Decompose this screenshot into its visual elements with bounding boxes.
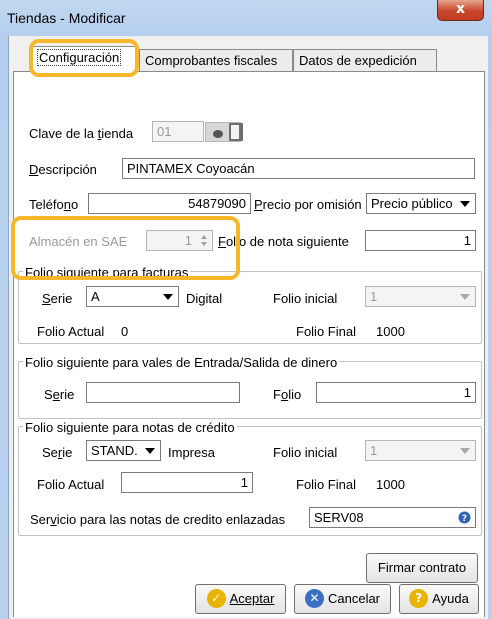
tab-datos-expedicion[interactable]: Datos de expedición xyxy=(293,49,437,71)
descripcion-field[interactable]: PINTAMEX Coyoacán xyxy=(122,158,475,179)
dropdown-arrow-icon xyxy=(163,294,173,300)
facturas-folio-final-label: Folio Final xyxy=(296,324,356,339)
notas-serie-label: Serie xyxy=(42,445,73,460)
door-icon[interactable] xyxy=(226,121,246,143)
dropdown-arrow-icon xyxy=(460,294,470,300)
notas-serie-select[interactable]: STAND. xyxy=(86,440,161,461)
clave-label: Clave de la tienda xyxy=(29,126,134,141)
help-icon: ? xyxy=(409,589,429,609)
notas-folio-inicial-value: 1 xyxy=(370,443,378,458)
ayuda-label: Ayuda xyxy=(432,591,469,606)
notas-serie-value: STAND. xyxy=(91,443,138,458)
clave-field: 01 xyxy=(152,121,204,142)
facturas-folio-actual-label: Folio Actual xyxy=(37,324,105,339)
vales-serie-field[interactable] xyxy=(86,382,240,403)
facturas-folio-inicial-label: Folio inicial xyxy=(273,291,338,306)
facturas-serie-label: Serie xyxy=(42,291,73,306)
vales-folio-field[interactable]: 1 xyxy=(316,382,476,403)
facturas-group-title: Folio siguiente para facturas xyxy=(23,265,191,280)
almacen-spinner: 1 xyxy=(146,230,213,251)
facturas-folio-inicial-select: 1 xyxy=(365,286,476,307)
descripcion-label: Descripción xyxy=(29,162,97,177)
cancelar-label: Cancelar xyxy=(327,591,381,606)
almacen-label: Almacén en SAE xyxy=(29,234,128,249)
tab-page-configuracion: Clave de la tienda 01 Descripción PINTAM… xyxy=(13,71,485,617)
notas-folio-inicial-select: 1 xyxy=(365,440,476,461)
dropdown-arrow-icon xyxy=(145,448,155,454)
firmar-contrato-button[interactable]: Firmar contrato xyxy=(366,553,478,583)
precio-value: Precio público xyxy=(371,196,453,211)
servicio-field[interactable]: SERV08 ? xyxy=(309,507,476,528)
tab-label: Configuración xyxy=(37,49,122,66)
facturas-folio-inicial-value: 1 xyxy=(370,289,378,304)
dialog-client: Configuración Comprobantes fiscales Dato… xyxy=(8,36,488,619)
tab-configuracion[interactable]: Configuración xyxy=(31,46,138,72)
spin-icon xyxy=(201,235,207,246)
notas-group-title: Folio siguiente para notas de crédito xyxy=(23,420,237,435)
vales-folio-label: Folio xyxy=(273,387,302,402)
window-title: Tiendas - Modificar xyxy=(7,10,126,26)
facturas-serie-select[interactable]: A xyxy=(86,286,179,307)
cancelar-button[interactable]: ✕ Cancelar xyxy=(294,584,391,614)
facturas-serie-value: A xyxy=(91,289,100,304)
tab-label: Comprobantes fiscales xyxy=(145,53,278,68)
vales-serie-label: Serie xyxy=(44,387,75,402)
notas-folio-final-label: Folio Final xyxy=(296,477,356,492)
tab-comprobantes-fiscales[interactable]: Comprobantes fiscales xyxy=(139,49,293,71)
ayuda-button[interactable]: ? Ayuda xyxy=(399,584,479,614)
title-bar: Tiendas - Modificar x xyxy=(0,0,492,36)
x-icon: ✕ xyxy=(304,589,324,609)
dropdown-arrow-icon xyxy=(460,201,470,207)
vales-group-title: Folio siguiente para vales de Entrada/Sa… xyxy=(23,355,340,370)
svg-text:?: ? xyxy=(462,514,467,524)
facturas-type: Digital xyxy=(186,291,223,306)
precio-select[interactable]: Precio público xyxy=(366,193,476,214)
tab-label: Datos de expedición xyxy=(299,53,417,68)
notas-type: Impresa xyxy=(168,445,215,460)
close-button[interactable]: x xyxy=(437,0,484,21)
folio-nota-field[interactable]: 1 xyxy=(365,230,476,251)
close-icon: x xyxy=(455,1,466,17)
servicio-label: Servicio para las notas de credito enlaz… xyxy=(30,512,286,527)
notas-folio-actual-label: Folio Actual xyxy=(37,477,105,492)
window: Tiendas - Modificar x Configuración Comp… xyxy=(0,0,492,619)
info-icon[interactable]: ? xyxy=(458,511,471,524)
notas-folio-inicial-label: Folio inicial xyxy=(273,445,338,460)
notas-folio-actual-field[interactable]: 1 xyxy=(121,472,253,493)
check-icon: ✓ xyxy=(206,589,226,609)
dropdown-arrow-icon xyxy=(460,448,470,454)
almacen-value: 1 xyxy=(184,233,192,248)
servicio-value: SERV08 xyxy=(314,510,364,525)
aceptar-button[interactable]: ✓ Aceptar xyxy=(195,584,286,614)
precio-label: Precio por omisión xyxy=(254,197,362,212)
telefono-field[interactable]: 54879090 xyxy=(88,193,251,214)
facturas-folio-final-value: 1000 xyxy=(376,324,405,339)
folio-nota-label: Folio de nota siguiente xyxy=(218,234,349,249)
telefono-label: Teléfono xyxy=(29,197,79,212)
notas-folio-final-value: 1000 xyxy=(376,477,405,492)
facturas-folio-actual-value: 0 xyxy=(121,324,129,339)
